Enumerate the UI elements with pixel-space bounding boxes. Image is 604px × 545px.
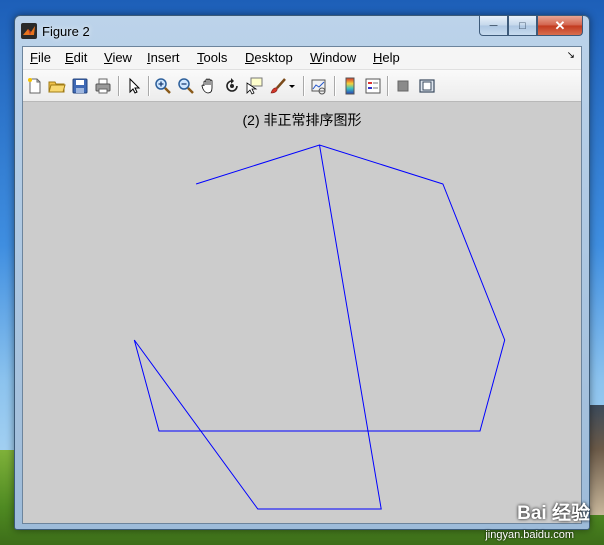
hide-plot-tools-icon[interactable]	[394, 77, 412, 95]
series-line[interactable]	[133, 144, 506, 510]
figure-window: Figure 2 ─ □ ✕ File Edit View Insert Too…	[14, 15, 590, 530]
zoom-in-icon[interactable]	[154, 77, 172, 95]
toolbar-separator	[148, 76, 150, 96]
menu-help[interactable]: Help	[373, 51, 400, 65]
toolbar-separator	[118, 76, 120, 96]
baidu-watermark-logo: Bai 经验	[517, 503, 590, 524]
menu-edit[interactable]: Edit	[65, 51, 87, 65]
edit-plot-arrow-icon[interactable]	[125, 77, 143, 95]
toolbar-separator	[334, 76, 336, 96]
minimize-button[interactable]: ─	[479, 16, 508, 36]
legend-icon[interactable]	[364, 77, 382, 95]
brush-icon[interactable]	[269, 77, 287, 95]
zoom-out-icon[interactable]	[177, 77, 195, 95]
pan-hand-icon[interactable]	[200, 77, 218, 95]
maximize-button[interactable]: □	[508, 16, 537, 36]
plot-area[interactable]: (2) 非正常排序图形	[23, 102, 581, 523]
close-icon: ✕	[554, 17, 566, 33]
figure-client-area: File Edit View Insert Tools Desktop Wind…	[22, 46, 582, 524]
menu-file[interactable]: File	[30, 51, 51, 65]
figure-toolbar	[23, 70, 581, 102]
brush-dropdown-icon[interactable]	[287, 77, 297, 95]
open-file-icon[interactable]	[48, 77, 66, 95]
chart-canvas[interactable]	[23, 102, 581, 523]
close-button[interactable]: ✕	[537, 16, 583, 36]
menu-tools[interactable]: Tools	[197, 51, 227, 65]
baidu-watermark-url: jingyan.baidu.com	[485, 529, 574, 541]
link-plot-icon[interactable]	[310, 77, 328, 95]
dock-figure-icon[interactable]: ↘	[567, 50, 575, 61]
menu-window[interactable]: Window	[310, 51, 356, 65]
print-icon[interactable]	[94, 77, 112, 95]
matlab-app-icon	[21, 23, 37, 39]
minimize-icon: ─	[489, 19, 498, 32]
new-figure-icon[interactable]	[26, 77, 44, 95]
menu-desktop[interactable]: Desktop	[245, 51, 293, 65]
title-bar[interactable]: Figure 2 ─ □ ✕	[15, 16, 589, 46]
toolbar-separator	[303, 76, 305, 96]
rotate-3d-icon[interactable]	[223, 77, 241, 95]
menu-insert[interactable]: Insert	[147, 51, 180, 65]
menu-bar: File Edit View Insert Tools Desktop Wind…	[23, 47, 581, 70]
window-title: Figure 2	[42, 24, 90, 39]
colorbar-icon[interactable]	[341, 77, 359, 95]
data-cursor-icon[interactable]	[245, 77, 263, 95]
toolbar-separator	[387, 76, 389, 96]
save-icon[interactable]	[71, 77, 89, 95]
menu-view[interactable]: View	[104, 51, 132, 65]
maximize-icon: □	[519, 19, 526, 32]
show-plot-tools-icon[interactable]	[418, 77, 436, 95]
